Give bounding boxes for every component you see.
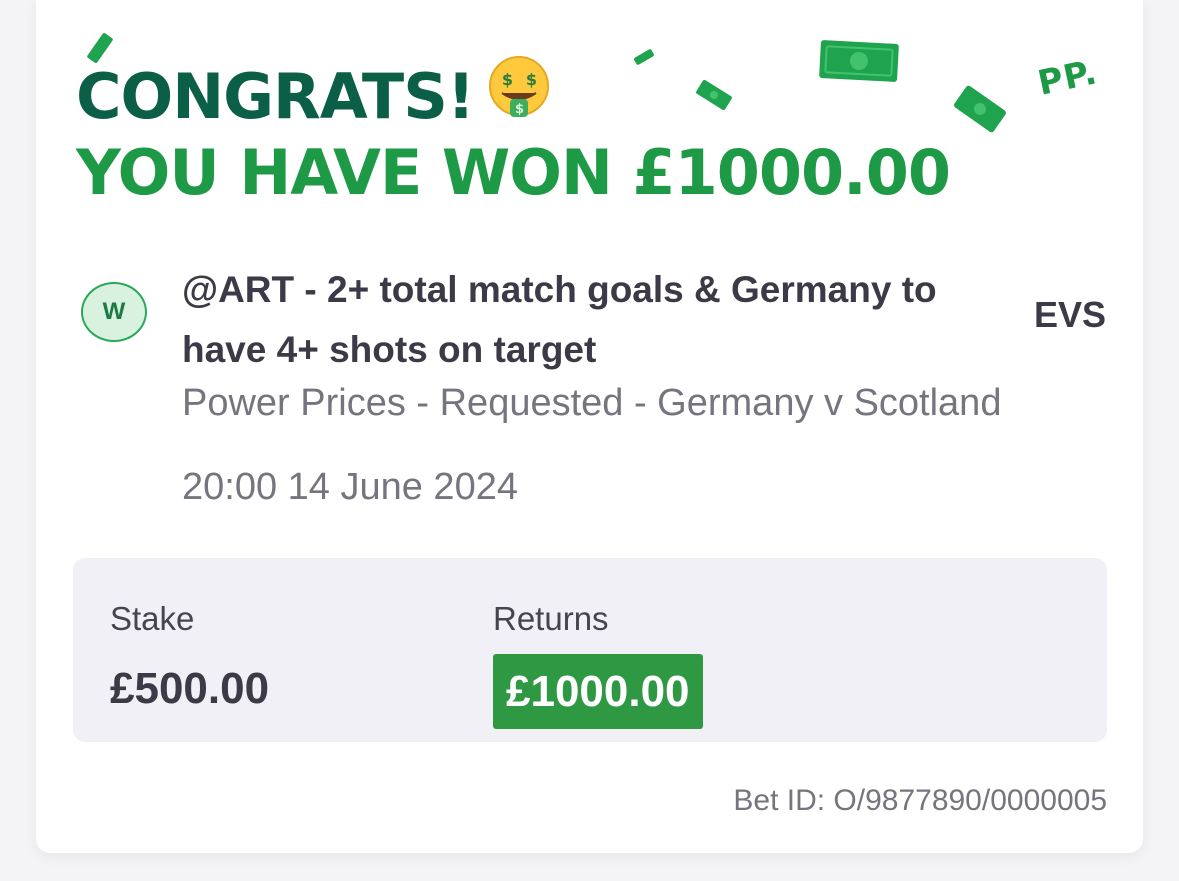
banknote-icon: [696, 79, 732, 111]
stake-returns-summary: Stake £500.00 Returns £1000.00: [73, 558, 1107, 742]
svg-text:$: $: [515, 102, 524, 117]
stake-label: Stake: [110, 600, 195, 637]
banknote-icon: [634, 49, 654, 65]
returns-label: Returns: [493, 600, 609, 637]
congrats-heading: CONGRATS! $ $ $: [76, 56, 552, 136]
result-win-badge: W: [81, 282, 147, 342]
bet-selection-title: @ART - 2+ total match goals & Germany to…: [182, 269, 937, 370]
money-mouth-face-icon: $ $ $: [486, 55, 552, 136]
banknote-icon: [954, 85, 1006, 133]
svg-text:$: $: [526, 70, 537, 89]
banknote-icon: [87, 33, 113, 63]
win-amount-heading: YOU HAVE WON £1000.00: [76, 136, 951, 209]
bet-market-description: Power Prices - Requested - Germany v Sco…: [182, 382, 1002, 424]
returns-value-badge: £1000.00: [493, 654, 703, 729]
banknote-icon: [819, 40, 899, 82]
bet-odds: EVS: [1033, 294, 1106, 335]
event-datetime: 20:00 14 June 2024: [182, 466, 518, 508]
stake-value: £500.00: [110, 664, 270, 713]
svg-text:$: $: [502, 70, 513, 89]
bet-id: Bet ID: O/9877890/0000005: [733, 784, 1107, 817]
